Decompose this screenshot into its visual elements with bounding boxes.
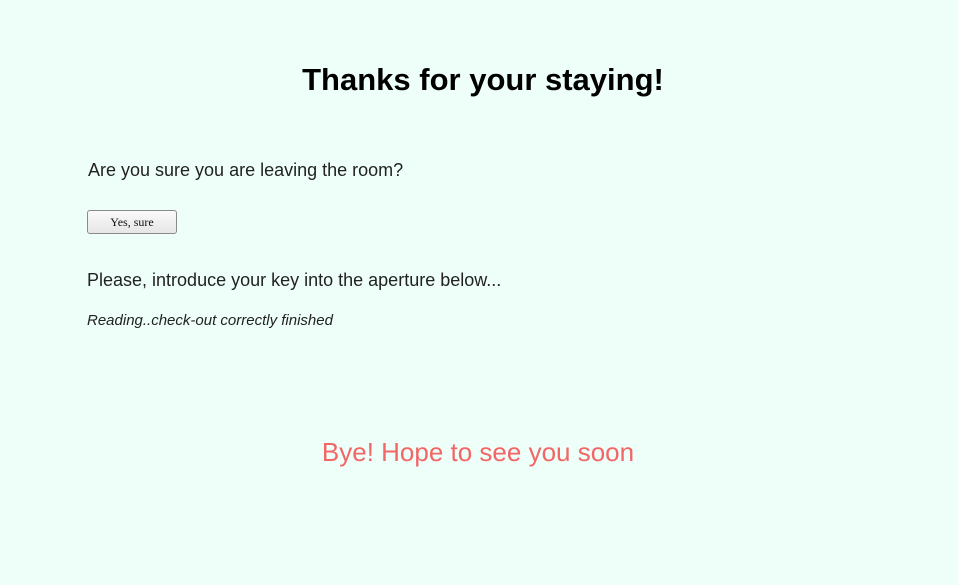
confirm-leave-button[interactable]: Yes, sure xyxy=(87,210,177,234)
leave-room-question: Are you sure you are leaving the room? xyxy=(88,160,404,180)
page-title: Thanks for your staying! xyxy=(302,62,664,97)
key-instruction-text: Please, introduce your key into the aper… xyxy=(87,270,502,290)
checkout-status-text: Reading..check-out correctly finished xyxy=(87,312,333,329)
checkout-page: Thanks for your staying! Are you sure yo… xyxy=(0,0,958,585)
farewell-message: Bye! Hope to see you soon xyxy=(321,437,635,467)
